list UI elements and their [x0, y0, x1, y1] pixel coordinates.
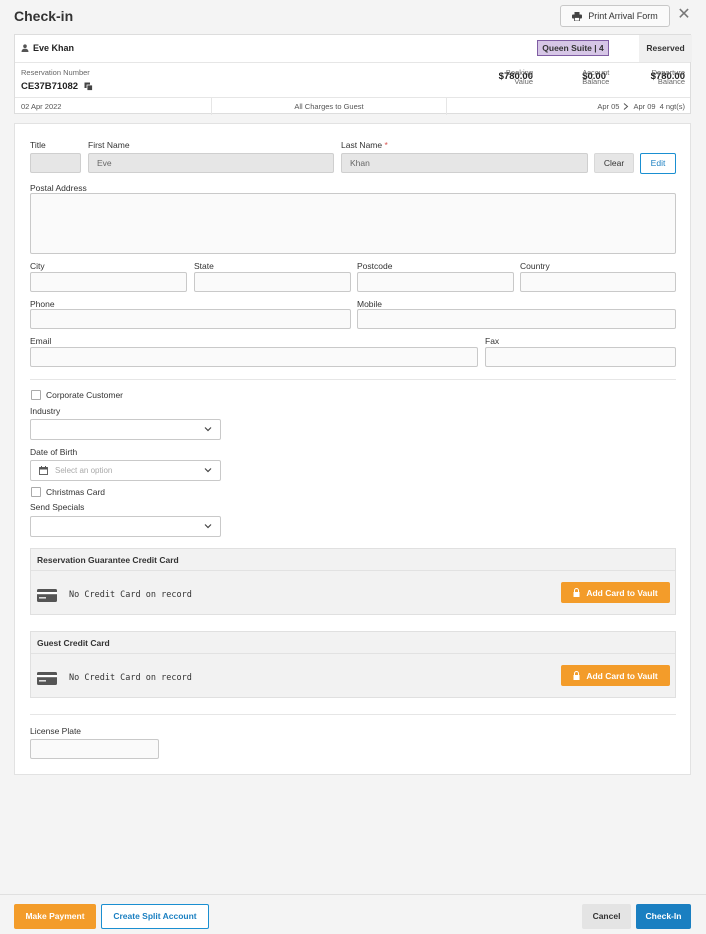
send-specials-select[interactable]	[30, 516, 221, 537]
chevron-down-icon	[204, 427, 212, 432]
stay-dates: Apr 05 Apr 09 4 ngt(s)	[597, 98, 685, 115]
charges-routing: All Charges to Guest	[294, 102, 364, 111]
add-card-to-vault-button[interactable]: Add Card to Vault	[561, 665, 670, 686]
first-name-label: First Name	[88, 140, 130, 150]
check-in-button[interactable]: Check-In	[636, 904, 691, 929]
christmas-card-checkbox[interactable]	[31, 487, 41, 497]
last-name-label: Last Name *	[341, 140, 388, 150]
room-badge: Queen Suite | 4	[537, 40, 609, 56]
phone-field[interactable]	[30, 309, 351, 329]
reservation-number: CE37B71082	[21, 81, 93, 92]
dob-label: Date of Birth	[30, 447, 78, 457]
guest-name: Eve Khan	[21, 43, 74, 53]
chevron-right-icon	[624, 103, 629, 110]
account-balance: Account Balance $0.00	[582, 68, 609, 86]
calendar-icon	[39, 466, 48, 475]
cancel-button[interactable]: Cancel	[582, 904, 631, 929]
edit-button[interactable]: Edit	[640, 153, 676, 174]
title-field[interactable]	[30, 153, 81, 173]
close-icon[interactable]: ✕	[676, 6, 692, 24]
clear-button[interactable]: Clear	[594, 153, 634, 173]
make-payment-button[interactable]: Make Payment	[14, 904, 96, 929]
christmas-card-label: Christmas Card	[46, 487, 106, 497]
booked-date: 02 Apr 2022	[21, 102, 62, 111]
booking-value: Booking Value $780.00	[499, 68, 533, 86]
city-field[interactable]	[30, 272, 187, 292]
arrival-date: Apr 05	[597, 102, 620, 111]
booking-value-label: Booking Value	[505, 68, 533, 86]
city-label: City	[30, 261, 45, 271]
country-field[interactable]	[520, 272, 676, 292]
printer-icon	[572, 11, 583, 21]
print-arrival-form-button[interactable]: Print Arrival Form	[560, 5, 670, 27]
license-plate-field[interactable]	[30, 739, 159, 759]
section-divider	[30, 379, 676, 380]
first-name-field[interactable]: Eve	[88, 153, 334, 173]
mobile-field[interactable]	[357, 309, 676, 329]
industry-label: Industry	[30, 406, 61, 416]
departure-balance: Departure Balance $780.00	[651, 68, 685, 86]
email-label: Email	[30, 336, 52, 346]
lock-icon	[573, 588, 580, 597]
postcode-field[interactable]	[357, 272, 514, 292]
guest-credit-card-heading: Guest Credit Card	[31, 632, 675, 654]
lock-icon	[573, 671, 580, 680]
mobile-label: Mobile	[357, 299, 383, 309]
credit-card-icon	[37, 672, 57, 685]
required-mark: *	[384, 140, 388, 150]
guest-credit-card-panel: Guest Credit Card No Credit Card on reco…	[30, 631, 676, 698]
reservation-number-label: Reservation Number	[21, 68, 90, 77]
corporate-customer-checkbox[interactable]	[31, 390, 41, 400]
reservation-guarantee-card-panel: Reservation Guarantee Credit Card No Cre…	[30, 548, 676, 615]
footer-bar: Make Payment Create Split Account Cancel…	[0, 894, 706, 934]
license-plate-label: License Plate	[30, 726, 82, 736]
postal-address-label: Postal Address	[30, 183, 87, 193]
add-card-to-vault-button[interactable]: Add Card to Vault	[561, 582, 670, 603]
dob-placeholder: Select an option	[55, 466, 113, 475]
departure-date: Apr 09	[633, 102, 656, 111]
copy-icon[interactable]	[84, 82, 93, 91]
dob-select[interactable]: Select an option	[30, 460, 221, 481]
state-field[interactable]	[194, 272, 351, 292]
departure-balance-label: Departure Balance	[651, 68, 685, 86]
guest-details-form: Title First Name Last Name * Eve Khan Cl…	[14, 123, 691, 775]
phone-label: Phone	[30, 299, 55, 309]
reservation-summary: Eve Khan Queen Suite | 4 Reserved Reserv…	[14, 34, 692, 115]
account-balance-label: Account Balance	[582, 68, 610, 86]
reservation-guarantee-card-heading: Reservation Guarantee Credit Card	[31, 549, 675, 571]
nights-count: 4 ngt(s)	[659, 102, 685, 111]
postcode-label: Postcode	[357, 261, 393, 271]
create-split-account-button[interactable]: Create Split Account	[101, 904, 209, 929]
page-title: Check-in	[14, 8, 74, 24]
industry-select[interactable]	[30, 419, 221, 440]
fax-field[interactable]	[485, 347, 676, 367]
no-card-text: No Credit Card on record	[69, 590, 192, 600]
add-card-to-vault-label: Add Card to Vault	[586, 670, 658, 681]
country-label: Country	[520, 261, 550, 271]
section-divider	[30, 714, 676, 715]
person-icon	[21, 44, 29, 52]
add-card-to-vault-label: Add Card to Vault	[586, 587, 658, 598]
guest-name-text: Eve Khan	[33, 43, 75, 53]
state-label: State	[194, 261, 214, 271]
last-name-field[interactable]: Khan	[341, 153, 588, 173]
send-specials-label: Send Specials	[30, 502, 85, 512]
status-badge: Reserved	[639, 35, 692, 62]
chevron-down-icon	[204, 524, 212, 529]
fax-label: Fax	[485, 336, 500, 346]
last-name-label-text: Last Name	[341, 140, 383, 150]
chevron-down-icon	[204, 468, 212, 473]
no-card-text: No Credit Card on record	[69, 673, 192, 683]
title-label: Title	[30, 140, 46, 150]
print-arrival-form-label: Print Arrival Form	[588, 11, 658, 21]
credit-card-icon	[37, 589, 57, 602]
reservation-number-text: CE37B71082	[21, 81, 79, 92]
email-field[interactable]	[30, 347, 478, 367]
postal-address-field[interactable]	[30, 193, 676, 254]
corporate-customer-label: Corporate Customer	[46, 390, 124, 400]
